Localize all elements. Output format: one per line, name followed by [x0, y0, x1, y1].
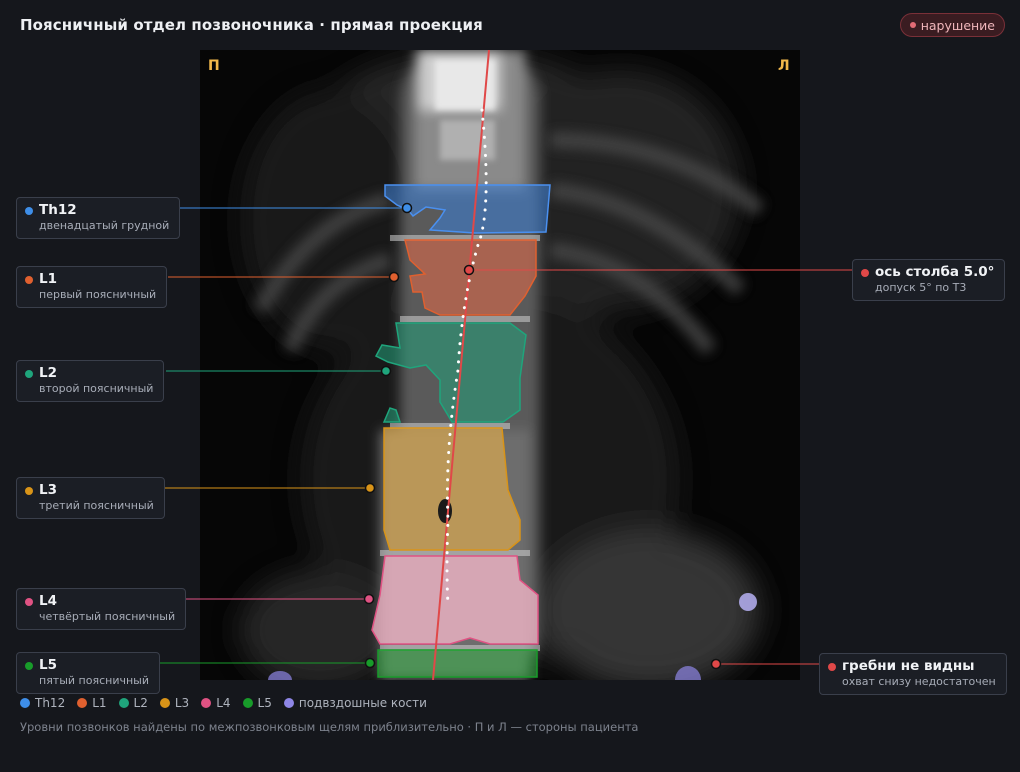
- callout-l2: L2 второй поясничный: [16, 360, 165, 402]
- callout-l1-desc: первый поясничный: [39, 288, 157, 301]
- legend-item-l2: L2: [118, 696, 148, 710]
- legend-item-l3: L3: [159, 696, 190, 710]
- callout-l5-name: L5: [39, 657, 57, 673]
- callout-iliac-crests: гребни не видны охват снизу недостаточен: [819, 653, 1007, 695]
- page-title: Поясничный отдел позвоночника · прямая п…: [20, 16, 483, 34]
- l3-segment: [383, 427, 521, 551]
- callout-l3-desc: третий поясничный: [39, 499, 154, 512]
- legend-item-l4: L4: [201, 696, 231, 710]
- l5-dot-icon: [25, 662, 33, 670]
- callout-l2-name: L2: [39, 365, 57, 381]
- status-badge-label: нарушение: [920, 17, 995, 33]
- legend-label: подвздошные кости: [298, 696, 427, 710]
- legend-l5-dot-icon: [242, 698, 253, 708]
- legend-label: L2: [133, 696, 148, 710]
- status-dot-icon: [909, 22, 916, 28]
- th12-dot-icon: [25, 207, 33, 215]
- axis-dot-icon: [861, 269, 869, 277]
- callout-l4-name: L4: [39, 593, 57, 609]
- legend-label: L3: [174, 696, 190, 710]
- legend-l4-dot-icon: [201, 698, 212, 708]
- callout-l1-name: L1: [39, 271, 57, 287]
- l1-dot-icon: [25, 276, 33, 284]
- callout-spine-axis: ось столба 5.0° допуск 5° по Т3: [852, 259, 1006, 301]
- l2-dot-icon: [25, 370, 33, 378]
- callout-l2-desc: второй поясничный: [39, 382, 154, 395]
- side-marker-right: П: [208, 58, 220, 74]
- legend-l2-dot-icon: [118, 698, 129, 708]
- legend-l3-dot-icon: [159, 698, 170, 708]
- footnote: Уровни позвонков найдены по межпозвонков…: [20, 720, 639, 734]
- status-badge: нарушение: [899, 13, 1005, 37]
- legend-label: Th12: [35, 696, 66, 710]
- legend: Th12 L1 L2 L3 L4 L5 подвздошные кости: [20, 696, 427, 710]
- legend-label: L1: [92, 696, 107, 710]
- callout-l1: L1 первый поясничный: [16, 266, 168, 308]
- callout-l4-desc: четвёртый поясничный: [39, 610, 176, 623]
- xray-image: [200, 50, 800, 680]
- callout-axis-name: ось столба 5.0°: [875, 264, 995, 280]
- l3-dot-icon: [25, 487, 33, 495]
- crests-dot-icon: [828, 663, 836, 671]
- callout-crests-desc: охват снизу недостаточен: [842, 675, 996, 688]
- callout-crests-name: гребни не видны: [842, 658, 975, 674]
- callout-l3: L3 третий поясничный: [16, 477, 165, 519]
- legend-item-iliac: подвздошные кости: [283, 696, 427, 710]
- legend-l1-dot-icon: [77, 698, 88, 708]
- side-marker-left: Л: [778, 58, 790, 74]
- legend-item-l1: L1: [77, 696, 107, 710]
- legend-item-th12: Th12: [20, 696, 65, 710]
- legend-item-l5: L5: [242, 696, 272, 710]
- callout-th12: Th12 двенадцатый грудной: [16, 197, 181, 239]
- callout-l4: L4 четвёртый поясничный: [16, 588, 187, 630]
- legend-th12-dot-icon: [20, 698, 30, 708]
- l5-segment: [377, 649, 538, 678]
- callout-l5-desc: пятый поясничный: [39, 674, 149, 687]
- xray-scan: [200, 50, 800, 680]
- callout-th12-name: Th12: [39, 202, 77, 218]
- callout-l5: L5 пятый поясничный: [16, 652, 160, 694]
- l4-dot-icon: [25, 598, 33, 606]
- callout-l3-name: L3: [39, 482, 57, 498]
- legend-label: L4: [216, 696, 231, 710]
- callout-th12-desc: двенадцатый грудной: [39, 219, 170, 232]
- callout-axis-desc: допуск 5° по Т3: [875, 281, 967, 294]
- l4-segment: [371, 555, 539, 645]
- legend-iliac-dot-icon: [283, 698, 294, 708]
- legend-label: L5: [257, 696, 272, 710]
